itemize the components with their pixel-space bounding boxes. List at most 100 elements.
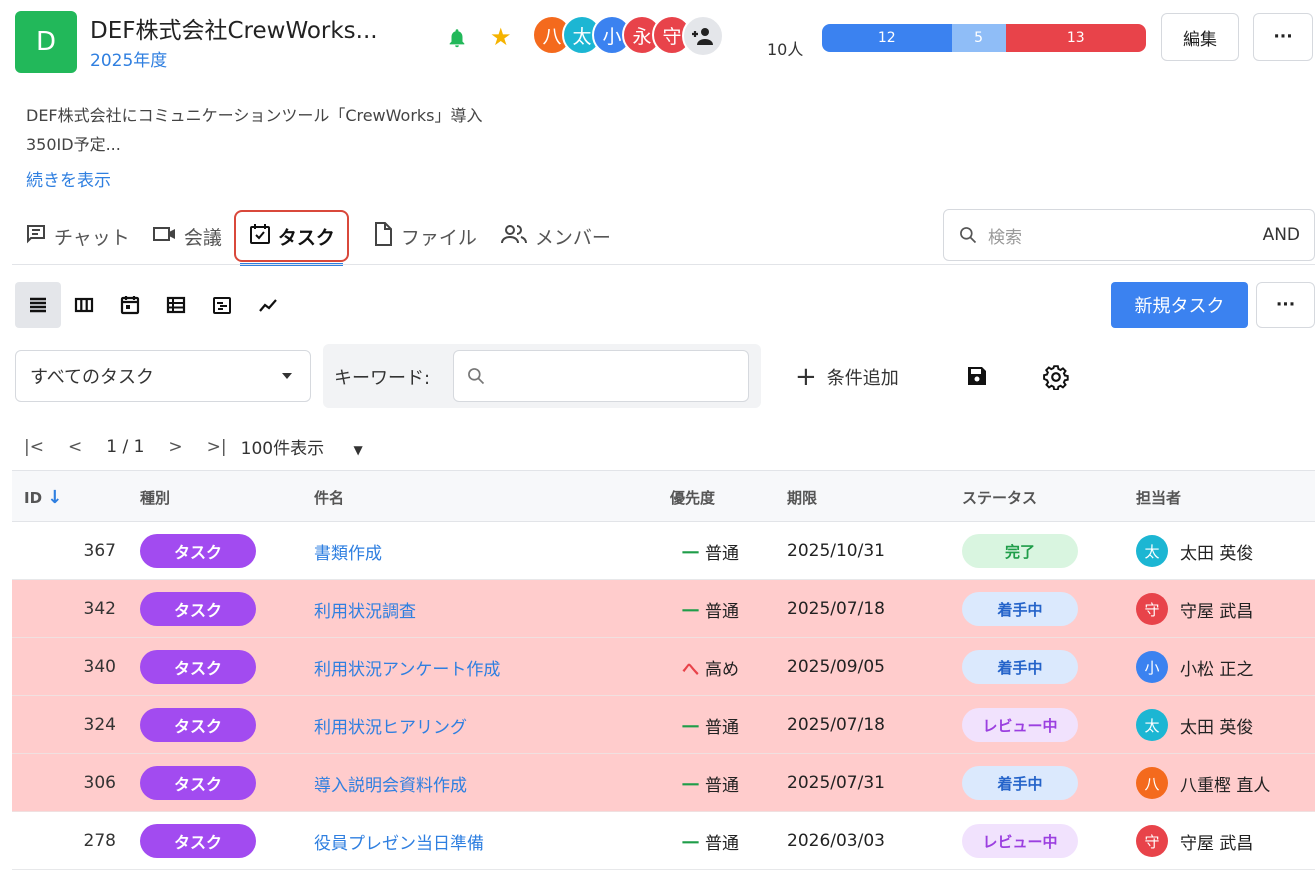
search-input[interactable]: 検索 AND (943, 209, 1315, 261)
table-row[interactable]: 342 タスク 利用状況調査 一普通 2025/07/18 着手中 守守屋 武昌 (12, 580, 1315, 638)
task-type-badge: タスク (140, 534, 256, 568)
table-row[interactable]: 306 タスク 導入説明会資料作成 一普通 2025/07/31 着手中 八八重樫 直人 (12, 754, 1315, 812)
task-id: 342 (83, 599, 116, 619)
gear-icon[interactable] (1043, 364, 1069, 394)
task-assignee: 太太田 英俊 (1136, 522, 1253, 580)
per-page-select[interactable]: 100件表示 ▼ (241, 434, 387, 459)
divider (12, 264, 1315, 265)
status-badge[interactable]: レビュー中 (962, 824, 1078, 858)
priority-label: 普通 (705, 543, 739, 564)
status-badge[interactable]: レビュー中 (962, 708, 1078, 742)
col-assignee[interactable]: 担当者 (1136, 487, 1181, 508)
task-assignee: 守守屋 武昌 (1136, 580, 1253, 638)
task-progress-bar: 12 5 13 (822, 24, 1146, 52)
task-priority: 一普通 (682, 754, 739, 812)
table-row[interactable]: 324 タスク 利用状況ヒアリング 一普通 2025/07/18 レビュー中 太太田 英俊 (12, 696, 1315, 754)
save-icon[interactable] (965, 364, 989, 392)
col-name[interactable]: 件名 (314, 487, 344, 508)
table-row[interactable]: 367 タスク 書類作成 一普通 2025/10/31 完了 太太田 英俊 (12, 522, 1315, 580)
task-status-cell: レビュー中 (962, 696, 1078, 754)
star-icon[interactable]: ★ (490, 25, 512, 49)
avatar: 小 (1136, 651, 1168, 683)
priority-icon: 一 (682, 601, 699, 622)
priority-icon: へ (682, 659, 699, 680)
col-status[interactable]: ステータス (962, 487, 1037, 508)
tab-label: メンバー (534, 226, 611, 249)
status-badge[interactable]: 完了 (962, 534, 1078, 568)
task-name-link[interactable]: 利用状況ヒアリング (314, 696, 467, 754)
toolbar-more-button[interactable]: ··· (1256, 282, 1315, 328)
task-name-link[interactable]: 役員プレゼン当日準備 (314, 812, 484, 870)
last-page-icon[interactable]: >| (207, 437, 227, 457)
file-icon (371, 221, 401, 252)
tab-task[interactable]: タスク (233, 210, 349, 266)
table-view-icon[interactable] (153, 282, 199, 328)
tab-members[interactable]: メンバー (499, 210, 611, 262)
col-type[interactable]: 種別 (140, 487, 170, 508)
task-status-cell: 完了 (962, 522, 1078, 580)
table-body: 367 タスク 書類作成一普通 2025/10/31 完了太太田 英俊 342 タスク 利用状… (12, 522, 1315, 870)
next-page-icon[interactable]: > (168, 437, 182, 457)
project-icon: D (15, 11, 77, 73)
add-member-icon[interactable] (682, 15, 724, 57)
new-task-button[interactable]: 新規タスク (1111, 282, 1248, 328)
task-id: 367 (83, 541, 116, 561)
task-name-link[interactable]: 書類作成 (314, 522, 382, 580)
status-badge[interactable]: 着手中 (962, 650, 1078, 684)
task-type-cell: タスク (140, 696, 256, 754)
edit-button[interactable]: 編集 (1161, 13, 1239, 61)
assignee-name: 太田 英俊 (1180, 543, 1254, 564)
chart-view-icon[interactable] (245, 282, 291, 328)
add-condition-button[interactable]: + 条件追加 (795, 364, 899, 390)
task-table: ID ↓ 種別 件名 優先度 期限 ステータス 担当者 367 タスク 書類作成一普… (12, 470, 1315, 870)
task-priority: 一普通 (682, 580, 739, 638)
status-badge[interactable]: 着手中 (962, 592, 1078, 626)
more-button[interactable]: ··· (1253, 13, 1313, 61)
priority-label: 普通 (705, 775, 739, 796)
bell-icon[interactable] (446, 27, 468, 49)
keyword-input[interactable] (453, 350, 749, 402)
first-page-icon[interactable]: |< (24, 437, 44, 457)
gantt-view-icon[interactable] (199, 282, 245, 328)
task-priority: 一普通 (682, 522, 739, 580)
task-status-cell: 着手中 (962, 754, 1078, 812)
tab-meeting[interactable]: 会議 (152, 210, 222, 262)
task-icon (248, 222, 278, 251)
task-type-badge: タスク (140, 592, 256, 626)
task-name-link[interactable]: 利用状況調査 (314, 580, 416, 638)
member-avatars[interactable]: 八太小永守 (532, 15, 724, 57)
col-id[interactable]: ID ↓ (24, 487, 62, 508)
tab-bar: チャット 会議 タスク ファイル メンバー (24, 210, 633, 266)
col-due[interactable]: 期限 (787, 487, 817, 508)
kanban-view-icon[interactable] (61, 282, 107, 328)
project-year[interactable]: 2025年度 (90, 46, 167, 71)
list-view-icon[interactable] (15, 282, 61, 328)
task-status-cell: レビュー中 (962, 812, 1078, 870)
project-description-line2: 350ID予定... (26, 135, 121, 154)
priority-label: 普通 (705, 601, 739, 622)
calendar-view-icon[interactable] (107, 282, 153, 328)
task-type-badge: タスク (140, 766, 256, 800)
status-badge[interactable]: 着手中 (962, 766, 1078, 800)
col-priority[interactable]: 優先度 (670, 487, 715, 508)
prev-page-icon[interactable]: < (68, 437, 82, 457)
task-assignee: 小小松 正之 (1136, 638, 1253, 696)
members-icon (499, 222, 535, 251)
task-name-link[interactable]: 導入説明会資料作成 (314, 754, 467, 812)
table-row[interactable]: 278 タスク 役員プレゼン当日準備 一普通 2026/03/03 レビュー中 守守屋 武昌 (12, 812, 1315, 870)
search-mode-toggle[interactable]: AND (1263, 225, 1300, 245)
show-more-link[interactable]: 続きを表示 (26, 166, 111, 191)
task-type-cell: タスク (140, 638, 256, 696)
task-due-date: 2025/07/31 (787, 773, 885, 793)
per-page-value: 100件表示 (240, 439, 325, 459)
task-name-link[interactable]: 利用状況アンケート作成 (314, 638, 500, 696)
assignee-name: 太田 英俊 (1180, 717, 1254, 738)
tab-chat[interactable]: チャット (24, 210, 130, 262)
tab-file[interactable]: ファイル (371, 210, 477, 262)
task-filter-select[interactable]: すべてのタスク (15, 350, 311, 402)
progress-segment: 5 (951, 24, 1006, 52)
table-row[interactable]: 340 タスク 利用状況アンケート作成 へ高め 2025/09/05 着手中 小小松 正之 (12, 638, 1315, 696)
project-description: DEF株式会社にコミュニケーションツール「CrewWorks」導入 (26, 106, 483, 125)
task-assignee: 太太田 英俊 (1136, 696, 1253, 754)
page-indicator: 1 / 1 (106, 436, 145, 457)
